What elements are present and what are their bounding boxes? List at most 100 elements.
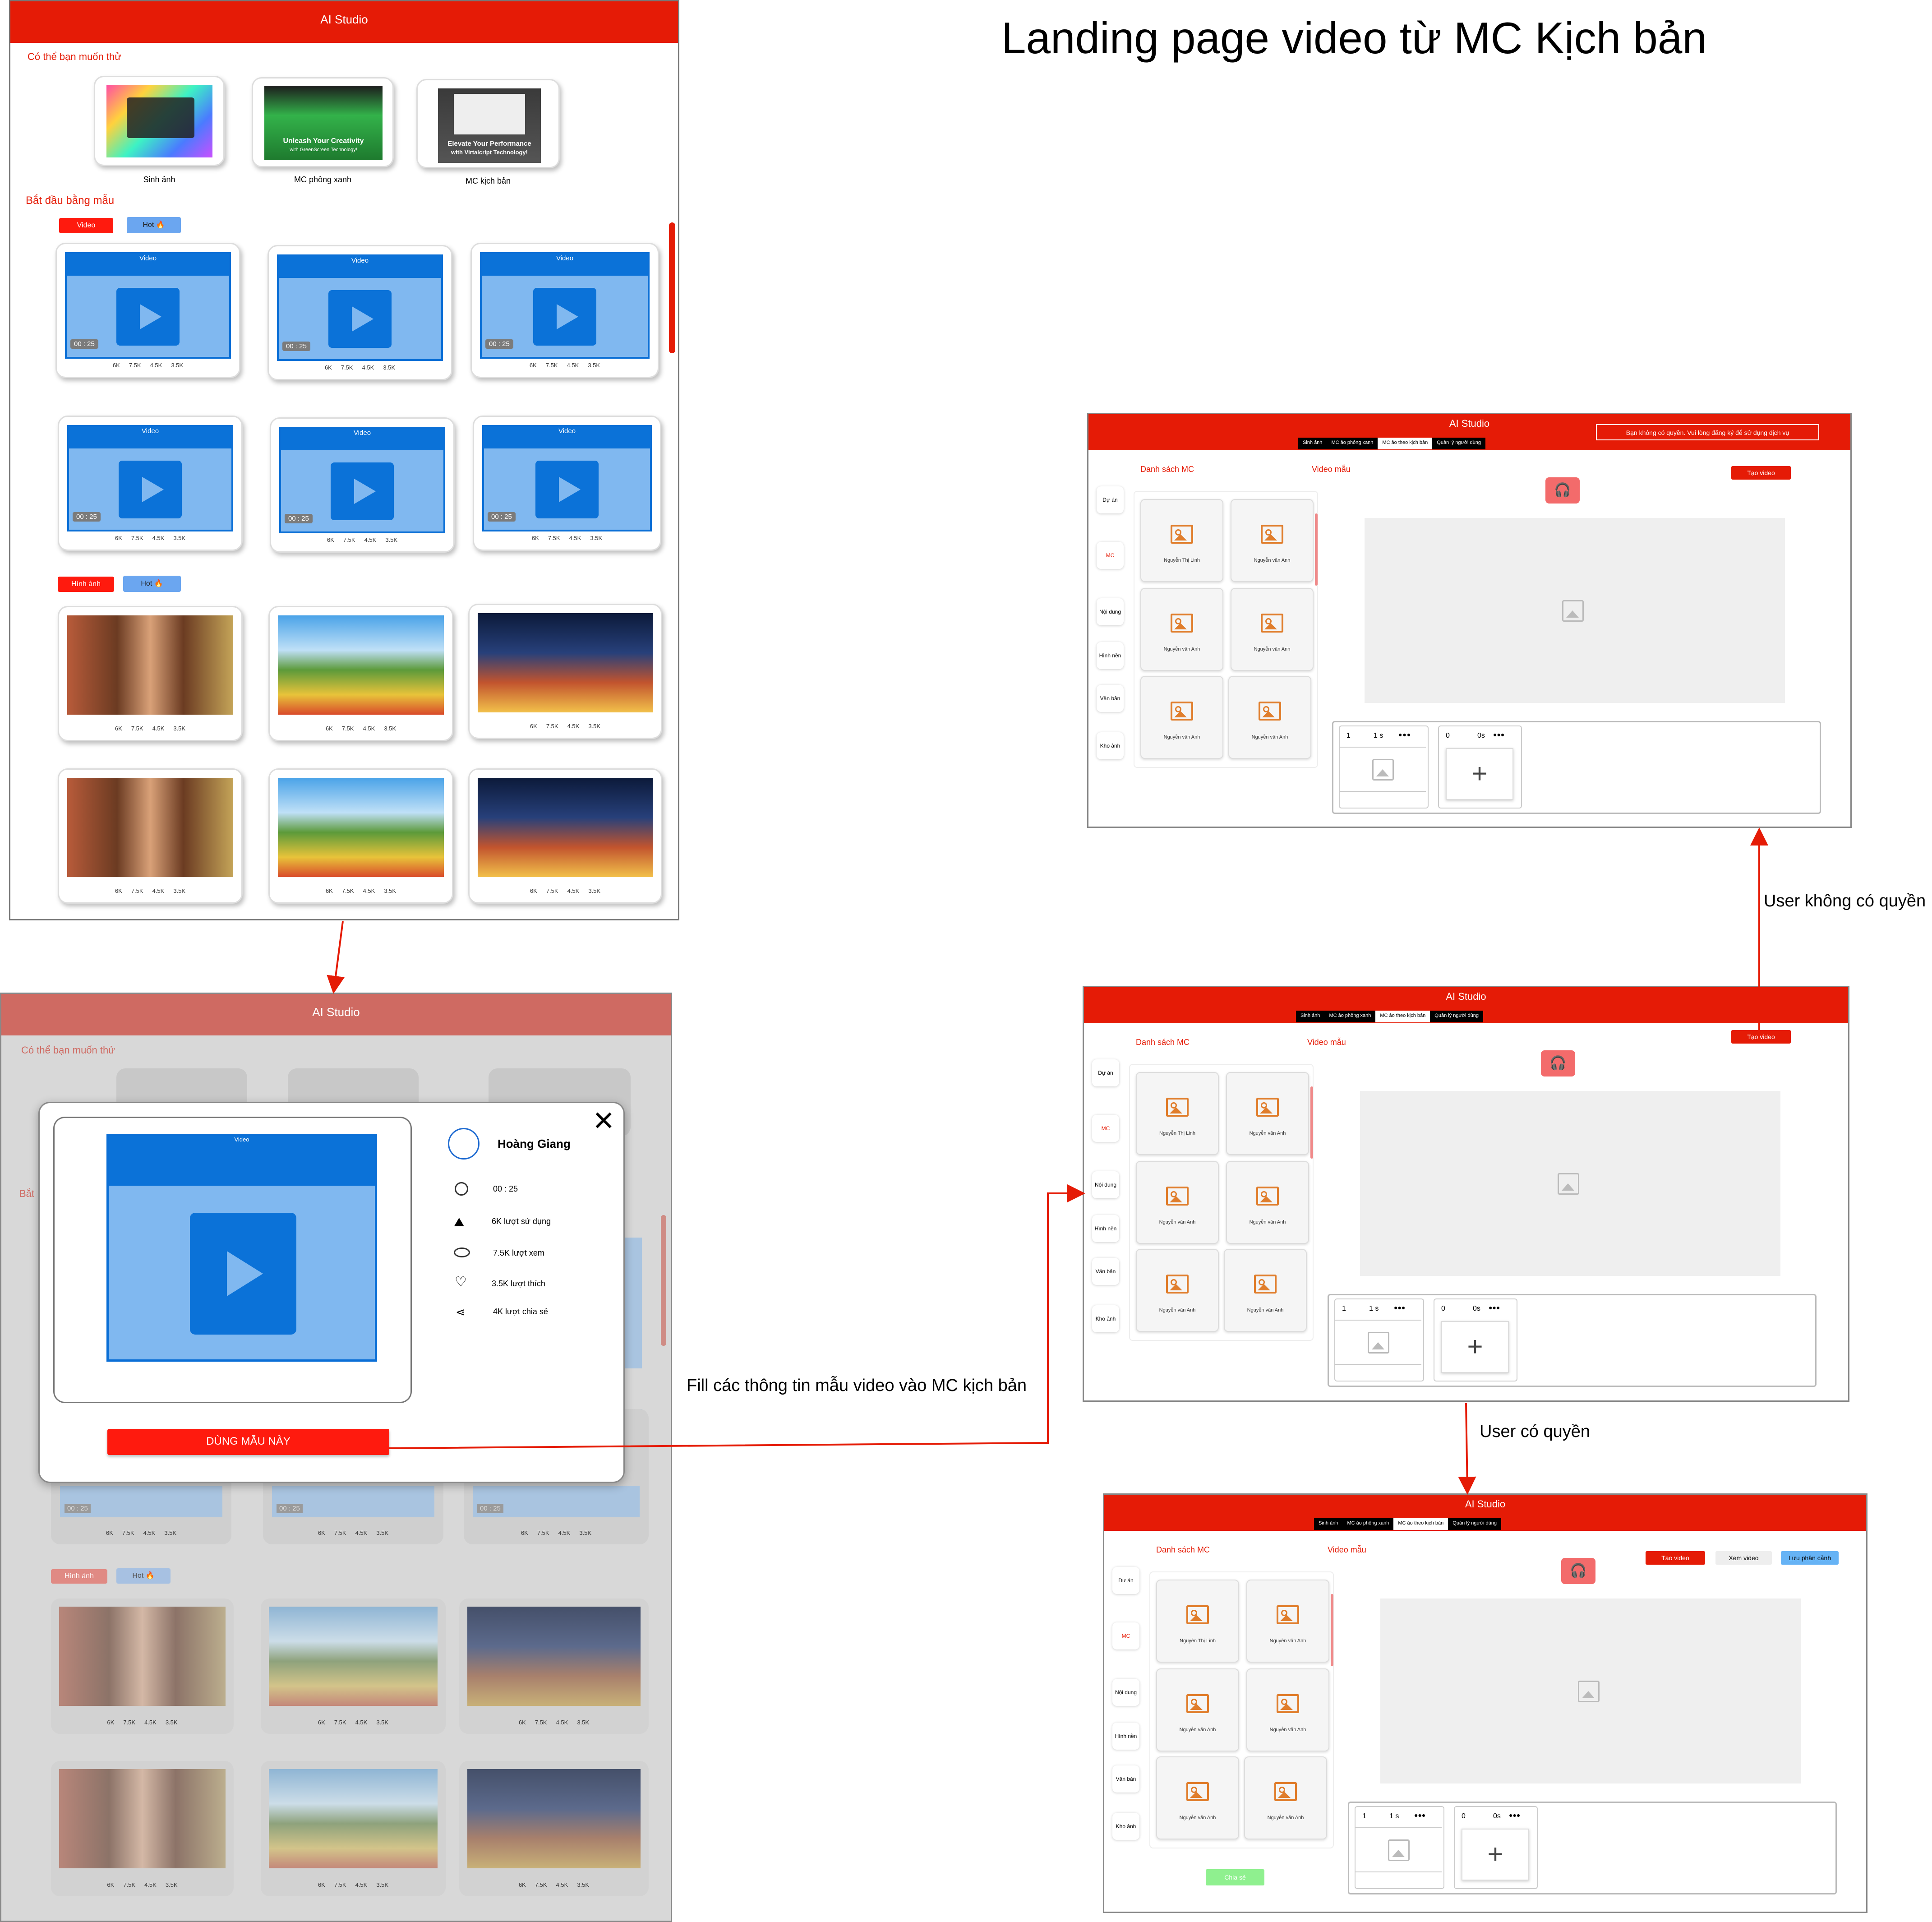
mc-card[interactable]: Nguyễn văn Anh <box>1136 1249 1219 1332</box>
create-video-button[interactable]: Tạo video <box>1731 466 1791 480</box>
tab-video[interactable]: Video <box>59 218 113 233</box>
tab-mc-kich-ban[interactable]: MC ảo theo kịch bản <box>1393 1518 1448 1530</box>
sidebar-item-background[interactable]: Hình nền <box>1097 642 1124 669</box>
sidebar-item-project[interactable]: Dự án <box>1112 1567 1139 1594</box>
play-icon[interactable] <box>533 288 596 346</box>
more-icon[interactable]: ●●● <box>1394 1304 1405 1311</box>
tab-mc-phong-xanh[interactable]: MC ảo phông xanh <box>1327 438 1378 449</box>
view-video-button[interactable]: Xem video <box>1715 1551 1772 1565</box>
mc-card[interactable]: Nguyễn văn Anh <box>1156 1756 1239 1839</box>
scene-card[interactable]: 1 1 s ●●● <box>1355 1806 1444 1889</box>
image-card[interactable]: 6K 7.5K 4.5K 3.5K <box>268 606 453 741</box>
tab-hot[interactable]: Hot 🔥 <box>123 576 181 592</box>
close-icon[interactable]: ✕ <box>592 1108 615 1135</box>
video-card[interactable]: Video 00 : 25 6K 7.5K 4.5K 3.5K <box>470 243 659 378</box>
video-card[interactable]: Video 00 : 25 6K 7.5K 4.5K 3.5K <box>58 416 243 551</box>
tab-sinh-anh[interactable]: Sinh ảnh <box>1298 438 1327 449</box>
mc-list-scrollbar[interactable] <box>1315 513 1318 586</box>
mc-card[interactable]: Nguyễn văn Anh <box>1228 676 1311 759</box>
scene-card[interactable]: 1 1 s ●●● <box>1339 725 1429 809</box>
save-scene-button[interactable]: Lưu phân cảnh <box>1781 1551 1839 1565</box>
mc-card[interactable]: Nguyễn văn Anh <box>1231 499 1314 582</box>
tab-hot[interactable]: Hot 🔥 <box>127 217 181 233</box>
add-scene-button[interactable]: + <box>1446 748 1513 800</box>
tab-mc-phong-xanh[interactable]: MC ảo phông xanh <box>1342 1518 1394 1530</box>
scene-card[interactable]: 1 1 s ●●● <box>1334 1298 1424 1381</box>
video-preview[interactable]: Video <box>106 1134 377 1362</box>
mc-card[interactable]: Nguyễn văn Anh <box>1246 1580 1329 1663</box>
more-icon[interactable]: ●●● <box>1493 731 1504 738</box>
mc-card[interactable]: Nguyễn văn Anh <box>1140 676 1223 759</box>
mc-card[interactable]: Nguyễn văn Anh <box>1244 1756 1327 1839</box>
headset-icon[interactable]: 🎧 <box>1541 1050 1575 1077</box>
sidebar-item-text[interactable]: Văn bản <box>1092 1258 1119 1285</box>
image-card[interactable]: 6K 7.5K 4.5K 3.5K <box>268 768 453 904</box>
sidebar-item-images[interactable]: Kho ảnh <box>1092 1305 1119 1332</box>
headset-icon[interactable]: 🎧 <box>1545 477 1580 504</box>
play-icon[interactable] <box>119 461 182 518</box>
create-video-button[interactable]: Tạo video <box>1731 1030 1791 1044</box>
more-icon[interactable]: ●●● <box>1398 731 1411 738</box>
sidebar-item-text[interactable]: Văn bản <box>1097 685 1124 712</box>
play-icon[interactable] <box>331 462 394 520</box>
mc-card[interactable]: Nguyễn văn Anh <box>1226 1072 1309 1155</box>
mc-card[interactable]: Nguyễn Thị Linh <box>1140 499 1223 582</box>
headset-icon[interactable]: 🎧 <box>1561 1558 1595 1584</box>
video-card[interactable]: Video 00 : 25 6K 7.5K 4.5K 3.5K <box>267 245 452 380</box>
sidebar-item-content[interactable]: Nội dung <box>1097 598 1124 625</box>
mc-card[interactable]: Nguyễn văn Anh <box>1226 1161 1309 1244</box>
play-icon[interactable] <box>116 288 180 346</box>
sidebar-item-text[interactable]: Văn bản <box>1112 1765 1139 1793</box>
image-card[interactable]: 6K 7.5K 4.5K 3.5K <box>468 768 662 904</box>
try-item-mc-phong-xanh[interactable]: Unleash Your Creativity with GreenScreen… <box>252 77 394 167</box>
image-card[interactable]: 6K 7.5K 4.5K 3.5K <box>58 768 243 904</box>
mc-list-scrollbar[interactable] <box>1331 1594 1333 1666</box>
mc-list-scrollbar[interactable] <box>1310 1086 1313 1159</box>
mc-card[interactable]: Nguyễn văn Anh <box>1224 1249 1307 1332</box>
more-icon[interactable]: ●●● <box>1489 1304 1500 1311</box>
tab-quan-ly[interactable]: Quản lý người dùng <box>1432 438 1486 449</box>
video-card[interactable]: Video 00 : 25 6K 7.5K 4.5K 3.5K <box>270 417 455 553</box>
play-icon[interactable] <box>190 1213 296 1335</box>
mc-card[interactable]: Nguyễn Thị Linh <box>1156 1580 1239 1663</box>
sidebar-item-mc[interactable]: MC <box>1112 1622 1139 1649</box>
use-template-button[interactable]: DÙNG MẪU NÀY <box>107 1429 389 1455</box>
mc-card[interactable]: Nguyễn văn Anh <box>1136 1161 1219 1244</box>
add-scene-button[interactable]: + <box>1441 1321 1509 1373</box>
video-card[interactable]: Video 00 : 25 6K 7.5K 4.5K 3.5K <box>473 416 661 551</box>
sidebar-item-mc[interactable]: MC <box>1097 542 1124 569</box>
sidebar-item-images[interactable]: Kho ảnh <box>1112 1813 1139 1840</box>
sidebar-item-content[interactable]: Nội dung <box>1112 1679 1139 1706</box>
mc-card[interactable]: Nguyễn văn Anh <box>1231 588 1314 671</box>
try-item-sinh-anh[interactable] <box>94 76 225 166</box>
sidebar-item-project[interactable]: Dự án <box>1092 1059 1119 1086</box>
video-card[interactable]: Video 00 : 25 6K 7.5K 4.5K 3.5K <box>55 243 240 378</box>
play-icon[interactable] <box>535 461 599 518</box>
tab-mc-phong-xanh[interactable]: MC ảo phông xanh <box>1324 1011 1376 1022</box>
sidebar-item-mc[interactable]: MC <box>1092 1115 1119 1142</box>
mc-card[interactable]: Nguyễn Thị Linh <box>1136 1072 1219 1155</box>
sidebar-item-images[interactable]: Kho ảnh <box>1097 732 1124 759</box>
tab-mc-kich-ban[interactable]: MC ảo theo kịch bản <box>1375 1011 1430 1022</box>
tab-quan-ly[interactable]: Quản lý người dùng <box>1448 1518 1502 1530</box>
tab-sinh-anh[interactable]: Sinh ảnh <box>1296 1011 1325 1022</box>
scene-card-add[interactable]: 0 0s ●●● + <box>1438 725 1522 809</box>
tab-mc-kich-ban[interactable]: MC ảo theo kịch bản <box>1378 438 1433 449</box>
tab-image[interactable]: Hình ảnh <box>58 577 114 592</box>
image-card[interactable]: 6K 7.5K 4.5K 3.5K <box>58 606 243 741</box>
add-scene-button[interactable]: + <box>1462 1829 1529 1880</box>
sidebar-item-project[interactable]: Dự án <box>1097 486 1124 513</box>
sidebar-item-background[interactable]: Hình nền <box>1112 1723 1139 1750</box>
share-button[interactable]: Chia sẻ <box>1206 1869 1264 1885</box>
scene-card-add[interactable]: 0 0s ●●● + <box>1434 1298 1517 1381</box>
image-card[interactable]: 6K 7.5K 4.5K 3.5K <box>468 604 662 739</box>
try-item-mc-kich-ban[interactable]: Elevate Your Performance with Virtalcrip… <box>416 79 560 168</box>
play-icon[interactable] <box>328 290 392 348</box>
tab-quan-ly[interactable]: Quản lý người dùng <box>1430 1011 1484 1022</box>
more-icon[interactable]: ●●● <box>1509 1811 1520 1819</box>
mc-card[interactable]: Nguyễn văn Anh <box>1156 1668 1239 1751</box>
mc-card[interactable]: Nguyễn văn Anh <box>1140 588 1223 671</box>
scene-card-add[interactable]: 0 0s ●●● + <box>1454 1806 1538 1889</box>
mc-card[interactable]: Nguyễn văn Anh <box>1246 1668 1329 1751</box>
create-video-button[interactable]: Tạo video <box>1646 1551 1705 1565</box>
